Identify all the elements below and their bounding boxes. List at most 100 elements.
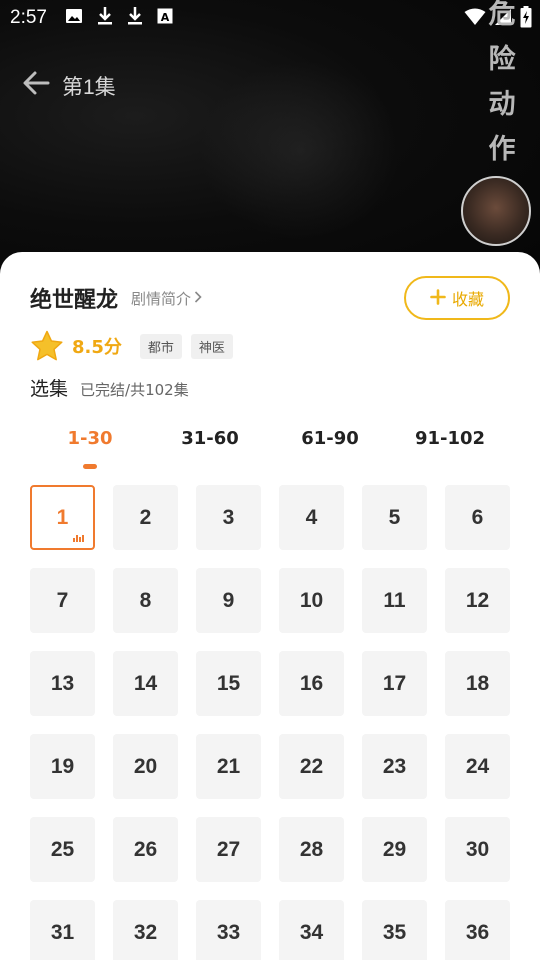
chevron-right-icon (194, 290, 202, 308)
episode-button[interactable]: 29 (362, 817, 427, 882)
episode-button-current[interactable]: 1 (30, 485, 95, 550)
tab-indicator (83, 464, 97, 469)
episode-number: 15 (216, 671, 241, 695)
episode-button[interactable]: 31 (30, 900, 95, 960)
episode-button[interactable]: 13 (30, 651, 95, 716)
episode-number: 31 (50, 920, 75, 944)
episode-number: 34 (299, 920, 324, 944)
genre-tag: 神医 (190, 333, 233, 359)
star-icon (30, 330, 64, 362)
episode-button[interactable]: 11 (362, 568, 427, 633)
watermark-char: 作 (488, 134, 516, 165)
episode-number: 11 (383, 588, 406, 612)
episode-button[interactable]: 30 (445, 817, 510, 882)
synopsis-link[interactable]: 剧情简介 (131, 288, 202, 309)
tab-range-61-90[interactable]: 61-90 (270, 428, 390, 449)
episode-number: 3 (222, 505, 235, 529)
battery-icon (520, 6, 532, 32)
plus-icon (430, 285, 446, 309)
episode-sheet: 绝世醒龙 剧情简介 收藏 8.5分 都市 神医 选集 已完结/共102集 1-3… (0, 252, 540, 960)
episode-number: 19 (50, 754, 75, 778)
episode-button[interactable]: 23 (362, 734, 427, 799)
playing-bars-icon (73, 535, 84, 542)
episode-button[interactable]: 4 (279, 485, 344, 550)
back-button[interactable] (20, 70, 52, 100)
episode-button[interactable]: 15 (196, 651, 261, 716)
episode-button[interactable]: 28 (279, 817, 344, 882)
download-icon (127, 6, 143, 30)
episode-number: 10 (299, 588, 324, 612)
episode-button[interactable]: 10 (279, 568, 344, 633)
episode-number: 9 (222, 588, 235, 612)
episode-number: 29 (382, 837, 407, 861)
episode-title: 第1集 (62, 76, 116, 99)
tab-range-91-102[interactable]: 91-102 (390, 428, 510, 449)
episode-button[interactable]: 12 (445, 568, 510, 633)
episode-button[interactable]: 8 (113, 568, 178, 633)
episode-button[interactable]: 27 (196, 817, 261, 882)
episode-button[interactable]: 35 (362, 900, 427, 960)
wifi-icon (464, 8, 486, 30)
episode-button[interactable]: 5 (362, 485, 427, 550)
episode-number: 6 (471, 505, 484, 529)
genre-tag: 都市 (139, 333, 182, 359)
episode-button[interactable]: 16 (279, 651, 344, 716)
episode-button[interactable]: 9 (196, 568, 261, 633)
episode-button[interactable]: 18 (445, 651, 510, 716)
arrow-left-icon (22, 70, 50, 100)
episode-number: 2 (139, 505, 152, 529)
episode-button[interactable]: 33 (196, 900, 261, 960)
episode-number: 23 (382, 754, 407, 778)
rating-score: 8.5分 (72, 337, 122, 358)
episode-number: 33 (216, 920, 241, 944)
avatar[interactable] (461, 176, 531, 246)
episode-number: 26 (133, 837, 158, 861)
svg-text:A: A (161, 11, 170, 24)
episode-number: 27 (216, 837, 241, 861)
watermark-char: 危 (488, 0, 516, 30)
episode-button[interactable]: 32 (113, 900, 178, 960)
episode-number: 7 (56, 588, 69, 612)
favorite-label: 收藏 (451, 290, 484, 309)
episode-number: 1 (56, 505, 69, 529)
episode-button[interactable]: 25 (30, 817, 95, 882)
font-icon: A (157, 8, 173, 28)
episode-button[interactable]: 24 (445, 734, 510, 799)
episode-button[interactable]: 22 (279, 734, 344, 799)
episode-button[interactable]: 14 (113, 651, 178, 716)
episode-button[interactable]: 7 (30, 568, 95, 633)
episode-button[interactable]: 19 (30, 734, 95, 799)
tab-range-1-30[interactable]: 1-30 (30, 428, 150, 449)
episode-number: 22 (299, 754, 324, 778)
episode-number: 8 (139, 588, 152, 612)
range-tabs: 1-30 31-60 61-90 91-102 (30, 428, 510, 474)
episodes-header: 选集 已完结/共102集 (30, 374, 189, 401)
episode-number: 4 (305, 505, 318, 529)
episode-button[interactable]: 26 (113, 817, 178, 882)
synopsis-label: 剧情简介 (131, 290, 192, 308)
episode-button[interactable]: 20 (113, 734, 178, 799)
episode-button[interactable]: 21 (196, 734, 261, 799)
episode-button[interactable]: 2 (113, 485, 178, 550)
episode-number: 25 (50, 837, 75, 861)
episode-number: 24 (465, 754, 490, 778)
episode-number: 17 (382, 671, 407, 695)
episode-number: 21 (216, 754, 241, 778)
episode-grid: 1 2 3 4 5 6 7 8 9 10 11 12 13 14 15 16 17 18 19 20 21 22 23 24 2… (30, 485, 510, 960)
drama-title: 绝世醒龙 (30, 288, 119, 313)
tab-range-31-60[interactable]: 31-60 (150, 428, 270, 449)
episode-button[interactable]: 3 (196, 485, 261, 550)
video-player[interactable] (0, 0, 540, 290)
episode-number: 5 (388, 505, 401, 529)
episode-number: 18 (465, 671, 490, 695)
episode-button[interactable]: 17 (362, 651, 427, 716)
episode-number: 35 (382, 920, 407, 944)
rating-row: 8.5分 都市 神医 (30, 330, 242, 362)
episode-button[interactable]: 6 (445, 485, 510, 550)
episode-number: 16 (299, 671, 324, 695)
episode-number: 30 (465, 837, 490, 861)
episode-button[interactable]: 34 (279, 900, 344, 960)
favorite-button[interactable]: 收藏 (404, 276, 510, 320)
episode-number: 14 (133, 671, 158, 695)
episode-button[interactable]: 36 (445, 900, 510, 960)
